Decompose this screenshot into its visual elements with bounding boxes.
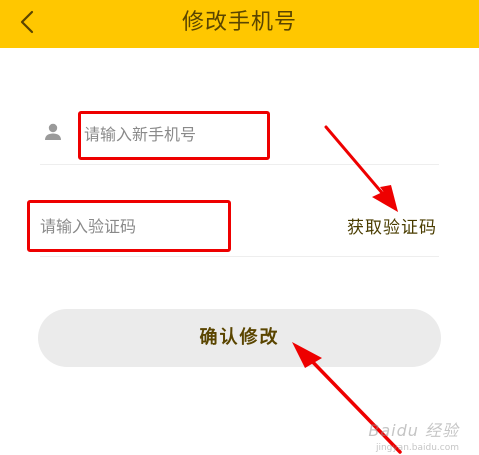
get-code-button[interactable]: 获取验证码 [347, 213, 437, 238]
change-phone-page: 修改手机号 获取验证码 确认修改 Baidu 经验 jingyan.baidu.… [0, 0, 479, 455]
user-icon [45, 123, 61, 140]
app-header: 修改手机号 [0, 0, 479, 48]
phone-input-highlight-box [78, 111, 270, 160]
watermark-url: jingyan.baidu.com [375, 443, 459, 453]
code-input-highlight-box [27, 200, 231, 252]
confirm-change-button[interactable]: 确认修改 [38, 309, 441, 367]
watermark: Baidu 经验 [368, 421, 459, 440]
page-title: 修改手机号 [181, 10, 297, 35]
